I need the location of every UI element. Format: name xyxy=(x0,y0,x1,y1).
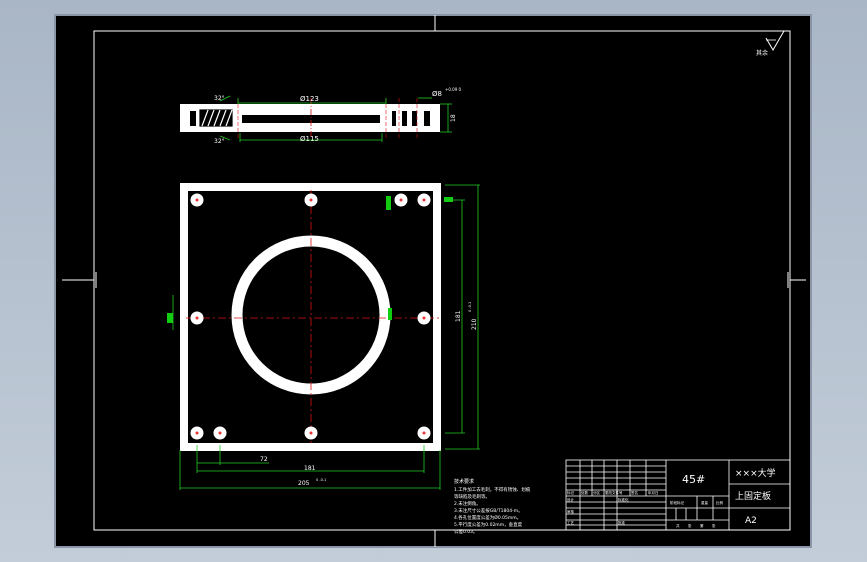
row-label: 年月日 xyxy=(648,490,659,495)
stage-label: 比例 xyxy=(716,500,724,505)
tech-note-line: 2.未注倒角。 xyxy=(454,500,481,507)
dim-chamfer-top: 32° xyxy=(214,95,225,102)
dim-height-inner: 181 xyxy=(455,310,462,322)
school-name: ×××大学 xyxy=(735,467,776,479)
row-label: 标记 xyxy=(567,490,575,495)
sheet-label: 张 xyxy=(712,523,716,528)
tech-notes-title: 技术要求 xyxy=(454,478,474,485)
stage-label: 阶段标记 xyxy=(670,500,684,505)
dim-thickness: 18 xyxy=(450,114,457,122)
tech-note-line: 5.平行度公差为0.02mm，垂直度 xyxy=(454,521,523,528)
tech-note-line: 等缺陷及毛刺等。 xyxy=(454,493,490,500)
dim-bottom-diameter: Ø115 xyxy=(300,135,319,143)
tech-note-line: 公差0.03。 xyxy=(454,528,478,535)
dim-bore-tolerance: +0.09 0 xyxy=(445,87,462,92)
sign-label: 批准 xyxy=(618,520,626,525)
material-text: 45# xyxy=(682,473,705,486)
sign-label: 工艺 xyxy=(567,520,575,525)
row-label: 处数 xyxy=(581,490,589,495)
sheet-label: 共 xyxy=(676,523,680,528)
dim-height-total: 210 xyxy=(471,318,478,330)
tech-note-line: 1.工件加工去毛刺，不得有锈蚀、划痕 xyxy=(454,486,531,493)
sign-label: 审核 xyxy=(567,509,575,514)
sheet-label: 第 xyxy=(700,523,704,528)
tech-note-line: 3.未注尺寸公差按GB/T1804-m。 xyxy=(454,507,523,514)
dim-width-total: 205 xyxy=(298,480,310,487)
dim-top-diameter: Ø123 xyxy=(300,95,319,103)
part-name: 上固定板 xyxy=(735,490,771,502)
section-hatching xyxy=(199,109,233,127)
row-label: 签名 xyxy=(631,490,638,495)
tech-note-line: 4.各孔位置度公差为Ø0.05mm。 xyxy=(454,514,521,521)
dim-chamfer-bottom: 32° xyxy=(214,138,225,145)
dim-width-tolerance: 0 -0.1 xyxy=(316,478,326,482)
sheet-label: 张 xyxy=(688,523,692,528)
sign-label: 标准化 xyxy=(618,497,629,502)
roughness-note: 其余 xyxy=(756,49,768,57)
cad-drawing-canvas: 其余 Ø123 Ø115 32° 32° Ø8 +0.09 0 18 72 18… xyxy=(54,14,812,548)
dim-height-tolerance: 0 -0.1 xyxy=(468,302,472,312)
sign-label: 设计 xyxy=(567,497,575,502)
stage-label: 重量 xyxy=(701,500,709,505)
dim-bore-diameter: Ø8 xyxy=(432,90,442,98)
row-label: 分区 xyxy=(593,490,601,495)
dim-pitch: 72 xyxy=(260,456,268,463)
sheet-size: A2 xyxy=(745,516,757,526)
row-label: 更改文件号 xyxy=(605,490,623,495)
dim-span: 181 xyxy=(304,465,316,472)
